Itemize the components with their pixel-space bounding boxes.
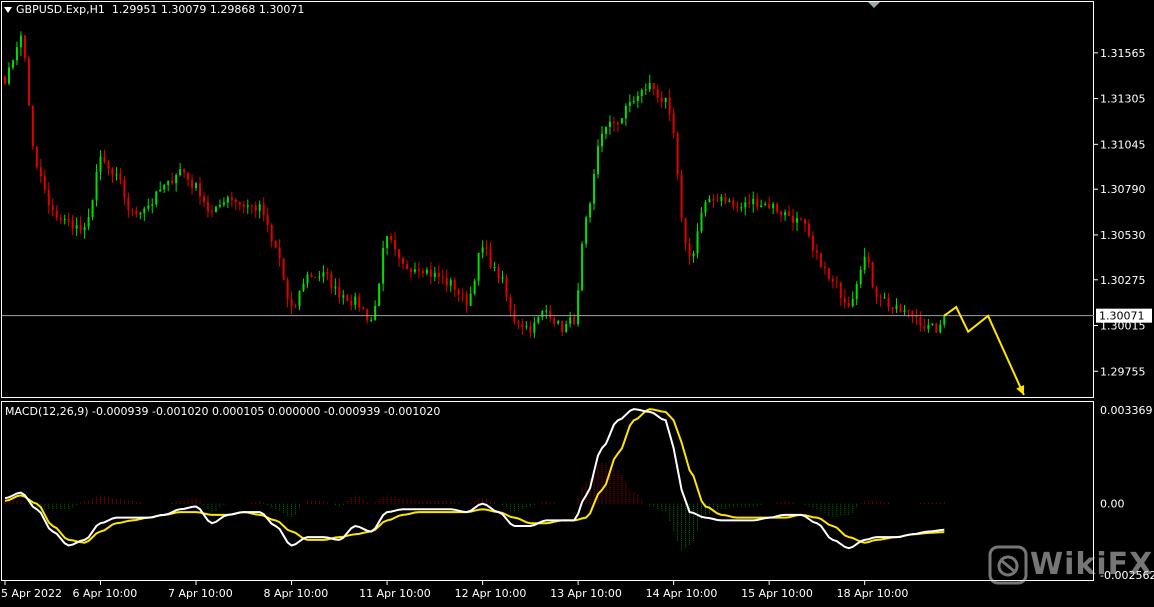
macd-label: MACD(12,26,9) -0.000939 -0.001020 0.0001… [5, 405, 441, 418]
chart-window[interactable]: 1.31565 1.31305 1.31045 1.30790 1.30530 1.302… [0, 0, 1154, 603]
candle [23, 34, 26, 62]
price-axis-label: 1.29755 [1100, 365, 1146, 378]
ohlc-values: 1.29951 1.30079 1.29868 1.30071 [111, 3, 305, 16]
candle [935, 322, 938, 333]
price-panel-header: GBPUSD.Exp,H1 1.29951 1.30079 1.29868 1.… [4, 3, 304, 16]
candle [31, 105, 34, 151]
time-axis-label: 14 Apr 10:00 [646, 587, 718, 600]
candle [680, 169, 683, 223]
price-axis-label: 1.31565 [1100, 47, 1146, 60]
candle [282, 257, 285, 281]
price-axis-label: 1.30275 [1100, 274, 1146, 287]
time-axis-label: 8 Apr 10:00 [264, 587, 329, 600]
watermark-text: WikiFX [1030, 547, 1154, 582]
time-axis-label: 13 Apr 10:00 [550, 587, 622, 600]
time-axis-label: 15 Apr 10:00 [741, 587, 813, 600]
candle [581, 241, 584, 292]
time-axis-label: 11 Apr 10:00 [359, 587, 431, 600]
price-axis-label: 1.31305 [1100, 93, 1146, 106]
price-axis-label: 1.30790 [1100, 183, 1146, 196]
current-price-label: 1.30071 [1099, 310, 1145, 323]
candle [378, 283, 381, 307]
watermark-logo: WikiFX [988, 545, 1152, 589]
candle [676, 131, 679, 181]
macd-axis-label: 0.00 [1100, 498, 1125, 511]
time-axis-label: 7 Apr 10:00 [168, 587, 233, 600]
wikifx-logo-icon [988, 545, 1028, 585]
candle [871, 261, 874, 289]
time-axis-label: 18 Apr 10:00 [837, 587, 909, 600]
macd-axis-label: 0.003369 [1100, 404, 1153, 417]
candle [585, 215, 588, 248]
time-axis-label: 6 Apr 10:00 [73, 587, 138, 600]
price-axis-label: 1.30530 [1100, 229, 1146, 242]
candle [620, 117, 623, 125]
macd-panel-header: MACD(12,26,9) -0.000939 -0.001020 0.0001… [5, 405, 440, 418]
candle [473, 278, 476, 296]
candle [35, 145, 38, 170]
candle [819, 252, 822, 268]
candle [27, 55, 30, 106]
time-axis-label: 12 Apr 10:00 [455, 587, 527, 600]
candle [214, 205, 217, 213]
candle [91, 199, 94, 221]
time-axis-label: 5 Apr 2022 [1, 587, 62, 600]
chart-canvas[interactable]: 1.31565 1.31305 1.31045 1.30790 1.30530 1.302… [0, 0, 1154, 603]
dropdown-triangle-icon[interactable] [4, 7, 12, 13]
symbol-label: GBPUSD.Exp,H1 [16, 3, 105, 16]
price-axis-label: 1.31045 [1100, 138, 1146, 151]
